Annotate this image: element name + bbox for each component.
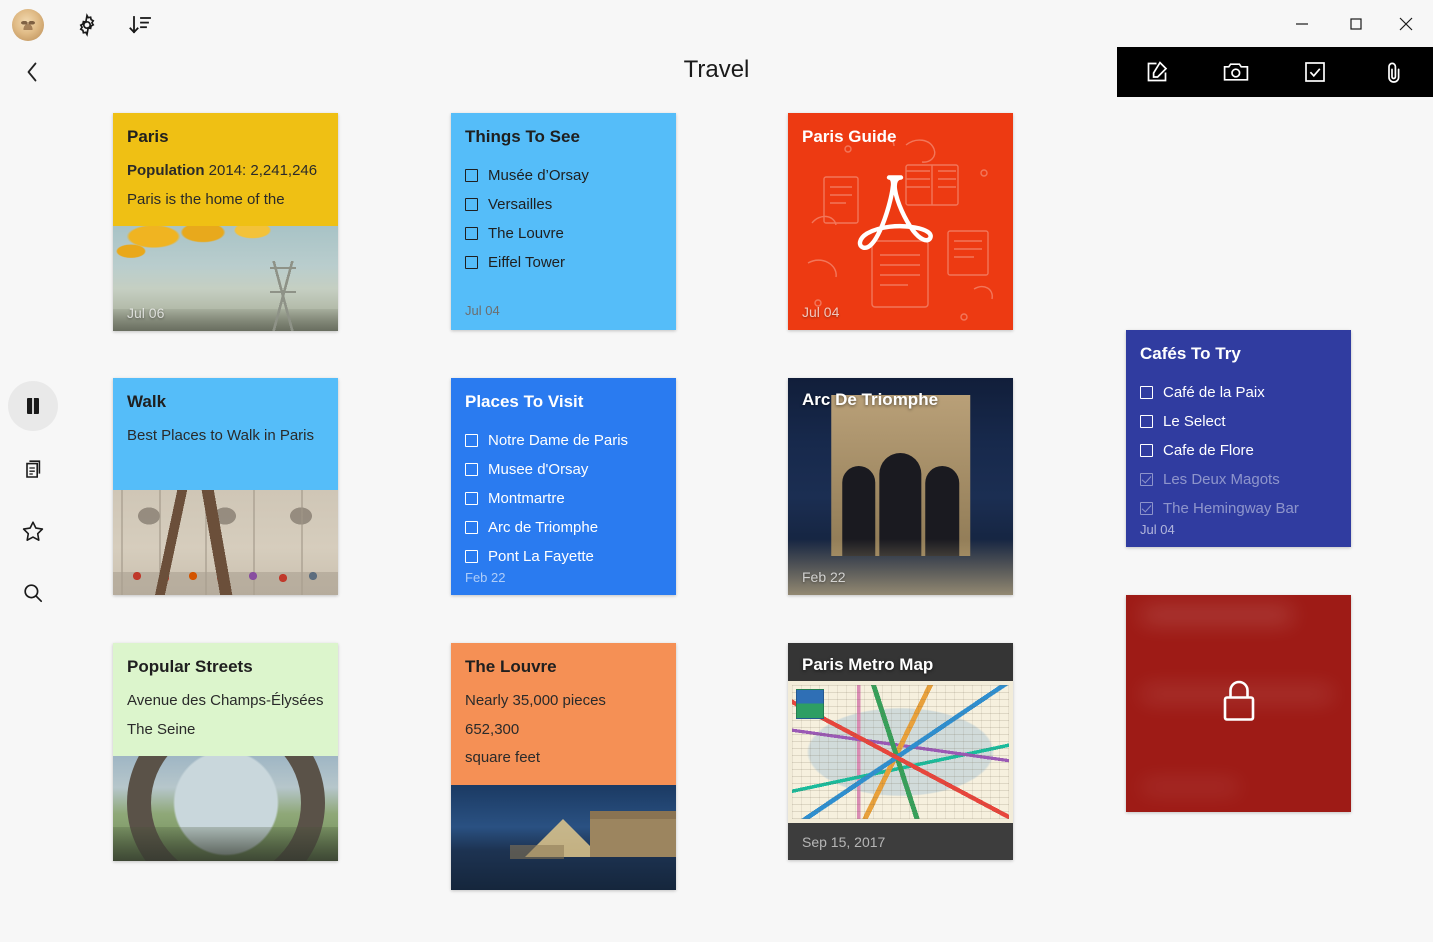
note-date: Jul 06 bbox=[127, 305, 164, 321]
checklist-item[interactable]: Eiffel Tower bbox=[465, 248, 662, 277]
avatar[interactable] bbox=[12, 9, 44, 41]
maximize-button[interactable] bbox=[1329, 0, 1383, 48]
note-date: Jul 04 bbox=[451, 303, 514, 318]
sidebar-item-notebooks[interactable] bbox=[8, 381, 58, 431]
checklist-item[interactable]: Montmartre bbox=[465, 484, 662, 513]
checkbox-icon[interactable] bbox=[465, 434, 478, 447]
arc-de-triomphe-night-photo bbox=[831, 395, 971, 556]
checklist-item[interactable]: Musee d'Orsay bbox=[465, 455, 662, 484]
checkbox-icon[interactable] bbox=[465, 521, 478, 534]
checklist-label: Versailles bbox=[488, 196, 552, 213]
sidebar-item-notes[interactable] bbox=[8, 444, 58, 494]
checkbox-icon[interactable] bbox=[465, 227, 478, 240]
close-button[interactable] bbox=[1379, 0, 1433, 48]
checklist-label: Arc de Triomphe bbox=[488, 519, 598, 536]
sidebar-item-favorites[interactable] bbox=[8, 506, 58, 556]
sidebar-item-search[interactable] bbox=[8, 568, 58, 618]
note-title: Cafés To Try bbox=[1140, 344, 1337, 364]
gear-icon[interactable] bbox=[71, 9, 103, 41]
eiffel-tower-arch-photo bbox=[113, 756, 338, 861]
note-card-popular-streets[interactable]: Popular Streets Avenue des Champs-Élysée… bbox=[113, 643, 338, 861]
checklist-label: Musee d'Orsay bbox=[488, 461, 588, 478]
street-light-trails bbox=[788, 539, 1013, 595]
checklist: Notre Dame de Paris Musee d'Orsay Montma… bbox=[451, 426, 676, 571]
checklist-label: Pont La Fayette bbox=[488, 548, 594, 565]
checklist-item[interactable]: Musée d’Orsay bbox=[465, 161, 662, 190]
checkbox-icon[interactable] bbox=[465, 492, 478, 505]
checkbox-icon[interactable] bbox=[465, 256, 478, 269]
checklist-item[interactable]: Pont La Fayette bbox=[465, 542, 662, 571]
louvre-pyramid-photo bbox=[451, 785, 676, 890]
ratp-logo-icon bbox=[796, 689, 824, 719]
note-text: Avenue des Champs-Élysées bbox=[127, 687, 324, 716]
page-title: Travel bbox=[0, 56, 1433, 84]
note-date: Jul 04 bbox=[802, 304, 839, 320]
notes-row: Popular Streets Avenue des Champs-Élysée… bbox=[113, 643, 1373, 860]
note-text-bold: Population bbox=[127, 162, 205, 179]
note-text: Paris is the home of the bbox=[127, 186, 324, 215]
checklist: Musée d’Orsay Versailles The Louvre Eiff… bbox=[451, 161, 676, 277]
note-title: Paris Metro Map bbox=[802, 655, 933, 675]
note-text: Nearly 35,000 pieces 652,300 bbox=[465, 687, 662, 744]
note-title: The Louvre bbox=[465, 657, 662, 677]
note-date: Feb 22 bbox=[802, 569, 846, 585]
checklist-label: The Louvre bbox=[488, 225, 564, 242]
note-text: The Seine bbox=[127, 716, 324, 745]
paris-cafe-street-illustration bbox=[113, 490, 338, 595]
note-title: Paris bbox=[127, 127, 324, 147]
note-text-rest: 2014: 2,241,246 bbox=[205, 162, 318, 179]
checklist-item[interactable]: Arc de Triomphe bbox=[465, 513, 662, 542]
eiffel-tower-autumn-photo: Jul 06 bbox=[113, 226, 338, 331]
note-text: Best Places to Walk in Paris bbox=[127, 422, 324, 451]
note-text: Population 2014: 2,241,246 bbox=[127, 157, 324, 186]
note-title: Things To See bbox=[465, 127, 662, 147]
title-bar bbox=[0, 0, 1433, 48]
note-text: square feet bbox=[465, 744, 662, 773]
note-card-things-to-see[interactable]: Things To See Musée d’Orsay Versailles T… bbox=[451, 113, 676, 330]
note-title: Places To Visit bbox=[465, 392, 662, 412]
checkbox-icon[interactable] bbox=[465, 463, 478, 476]
notes-row: Paris Population 2014: 2,241,246 Paris i… bbox=[113, 113, 1373, 330]
minimize-button[interactable] bbox=[1275, 0, 1329, 48]
note-card-places-to-visit[interactable]: Places To Visit Notre Dame de Paris Muse… bbox=[451, 378, 676, 595]
sort-descending-icon[interactable] bbox=[124, 9, 156, 41]
note-card-paris-guide[interactable]: Paris Guide Jul 04 bbox=[788, 113, 1013, 330]
paris-metro-map-image bbox=[788, 681, 1013, 823]
note-title: Arc De Triomphe bbox=[802, 390, 938, 410]
note-card-paris[interactable]: Paris Population 2014: 2,241,246 Paris i… bbox=[113, 113, 338, 331]
note-card-walk[interactable]: Walk Best Places to Walk in Paris bbox=[113, 378, 338, 595]
pdf-icon bbox=[855, 167, 947, 276]
checklist-item[interactable]: The Louvre bbox=[465, 219, 662, 248]
checklist-item[interactable]: Notre Dame de Paris bbox=[465, 426, 662, 455]
checklist-label: Eiffel Tower bbox=[488, 254, 565, 271]
note-card-paris-metro-map[interactable]: Paris Metro Map Sep 15, 2017 bbox=[788, 643, 1013, 860]
note-title: Paris Guide bbox=[802, 127, 999, 147]
sidebar bbox=[0, 100, 66, 942]
note-date: Sep 15, 2017 bbox=[802, 834, 885, 850]
checkbox-icon[interactable] bbox=[465, 169, 478, 182]
checkbox-icon[interactable] bbox=[465, 550, 478, 563]
checklist-item[interactable]: Versailles bbox=[465, 190, 662, 219]
checkbox-icon[interactable] bbox=[465, 198, 478, 211]
checklist-label: Montmartre bbox=[488, 490, 565, 507]
checklist-label: Musée d’Orsay bbox=[488, 167, 589, 184]
note-title: Popular Streets bbox=[127, 657, 324, 677]
note-card-the-louvre[interactable]: The Louvre Nearly 35,000 pieces 652,300 … bbox=[451, 643, 676, 890]
note-title: Walk bbox=[127, 392, 324, 412]
note-date: Feb 22 bbox=[451, 570, 519, 585]
note-card-arc-de-triomphe[interactable]: Arc De Triomphe Feb 22 bbox=[788, 378, 1013, 595]
checklist-label: Notre Dame de Paris bbox=[488, 432, 628, 449]
